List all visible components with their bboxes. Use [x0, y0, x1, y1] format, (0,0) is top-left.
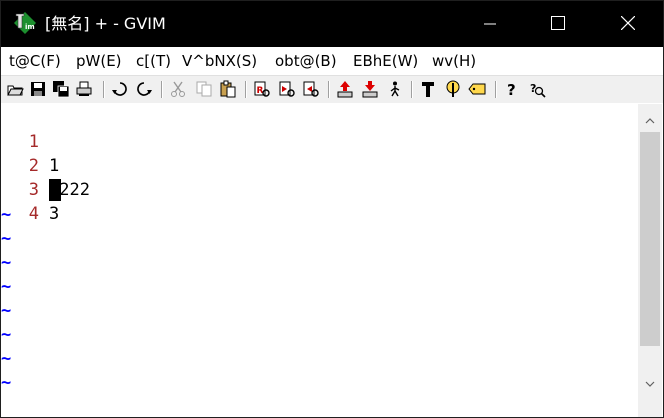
editor-line: 1 1 — [1, 106, 62, 176]
menu-help[interactable]: wv(H) — [432, 51, 476, 71]
window-title: [無名] + - GVIM — [45, 14, 166, 33]
menu-file[interactable]: t@C(F) — [9, 51, 61, 71]
paste-icon[interactable] — [219, 80, 237, 98]
make-icon[interactable] — [419, 80, 437, 98]
save-session-icon[interactable] — [361, 80, 379, 98]
gvim-window: im [無名] + - GVIM t@C(F) pW(E) c[(T) V^bN… — [0, 0, 664, 418]
menu-syntax[interactable]: V^bNX(S) — [182, 51, 257, 71]
run-script-icon[interactable] — [386, 80, 404, 98]
empty-line-marker: ~ — [1, 277, 12, 297]
close-button[interactable] — [605, 1, 651, 47]
print-icon[interactable] — [75, 80, 93, 98]
scrollbar-thumb[interactable] — [640, 132, 660, 346]
maximize-icon — [551, 15, 565, 34]
empty-line-marker: ~ — [1, 349, 12, 369]
toolbar-separator — [245, 81, 247, 98]
redo-icon[interactable] — [135, 80, 153, 98]
empty-line-marker: ~ — [1, 373, 12, 393]
minimize-icon — [484, 15, 496, 34]
build-tags-icon[interactable] — [444, 80, 462, 98]
cut-icon[interactable] — [169, 80, 187, 98]
load-session-icon[interactable] — [336, 80, 354, 98]
vim-logo-icon[interactable]: im — [13, 11, 37, 35]
save-all-icon[interactable] — [52, 80, 70, 98]
toolbar-separator — [495, 81, 497, 98]
toolbar-separator — [411, 81, 413, 98]
menu-tools[interactable]: c[(T) — [136, 51, 171, 71]
editor-area[interactable]: 1 1 2 2222 3 3 4 ~ ~ ~ ~ ~ ~ ~ ~ — [1, 104, 637, 417]
copy-icon[interactable] — [195, 80, 213, 98]
toolbar-separator — [161, 81, 163, 98]
maximize-button[interactable] — [535, 1, 581, 47]
find-next-icon[interactable] — [278, 80, 296, 98]
open-icon[interactable] — [6, 80, 24, 98]
editor-line: 3 3 — [1, 154, 62, 224]
toolbar-separator — [103, 81, 105, 98]
menu-buffers[interactable]: obt@(B) — [275, 51, 337, 71]
find-prev-icon[interactable] — [302, 80, 320, 98]
empty-line-marker: ~ — [1, 229, 12, 249]
close-icon — [620, 15, 636, 34]
text-cursor — [49, 179, 61, 201]
minimize-button[interactable] — [467, 1, 513, 47]
svg-text:?: ? — [507, 81, 516, 98]
empty-line-marker: ~ — [1, 205, 12, 225]
toolbar: R ? ? — [1, 75, 663, 103]
empty-line-marker: ~ — [1, 253, 12, 273]
empty-line-marker: ~ — [1, 301, 12, 321]
undo-icon[interactable] — [111, 80, 129, 98]
menu-bar: t@C(F) pW(E) c[(T) V^bNX(S) obt@(B) EBhE… — [1, 47, 663, 75]
menu-window[interactable]: EBhE(W) — [353, 51, 418, 71]
editor-line: 2 2222 — [1, 130, 90, 200]
empty-line-marker: ~ — [1, 325, 12, 345]
svg-text:im: im — [25, 23, 35, 31]
title-bar[interactable]: im [無名] + - GVIM — [1, 1, 663, 47]
scroll-down-button[interactable] — [638, 369, 662, 393]
scroll-up-icon — [645, 109, 655, 128]
scroll-down-icon — [645, 372, 655, 391]
scroll-up-button[interactable] — [638, 106, 662, 130]
menu-edit[interactable]: pW(E) — [76, 51, 122, 71]
help-icon[interactable]: ? — [503, 80, 521, 98]
replace-icon[interactable]: R — [253, 80, 271, 98]
svg-text:R: R — [257, 86, 264, 96]
find-help-icon[interactable]: ? — [528, 80, 546, 98]
jump-tag-icon[interactable] — [468, 80, 486, 98]
toolbar-separator — [328, 81, 330, 98]
vertical-scrollbar[interactable] — [638, 104, 662, 417]
save-icon[interactable] — [29, 80, 47, 98]
